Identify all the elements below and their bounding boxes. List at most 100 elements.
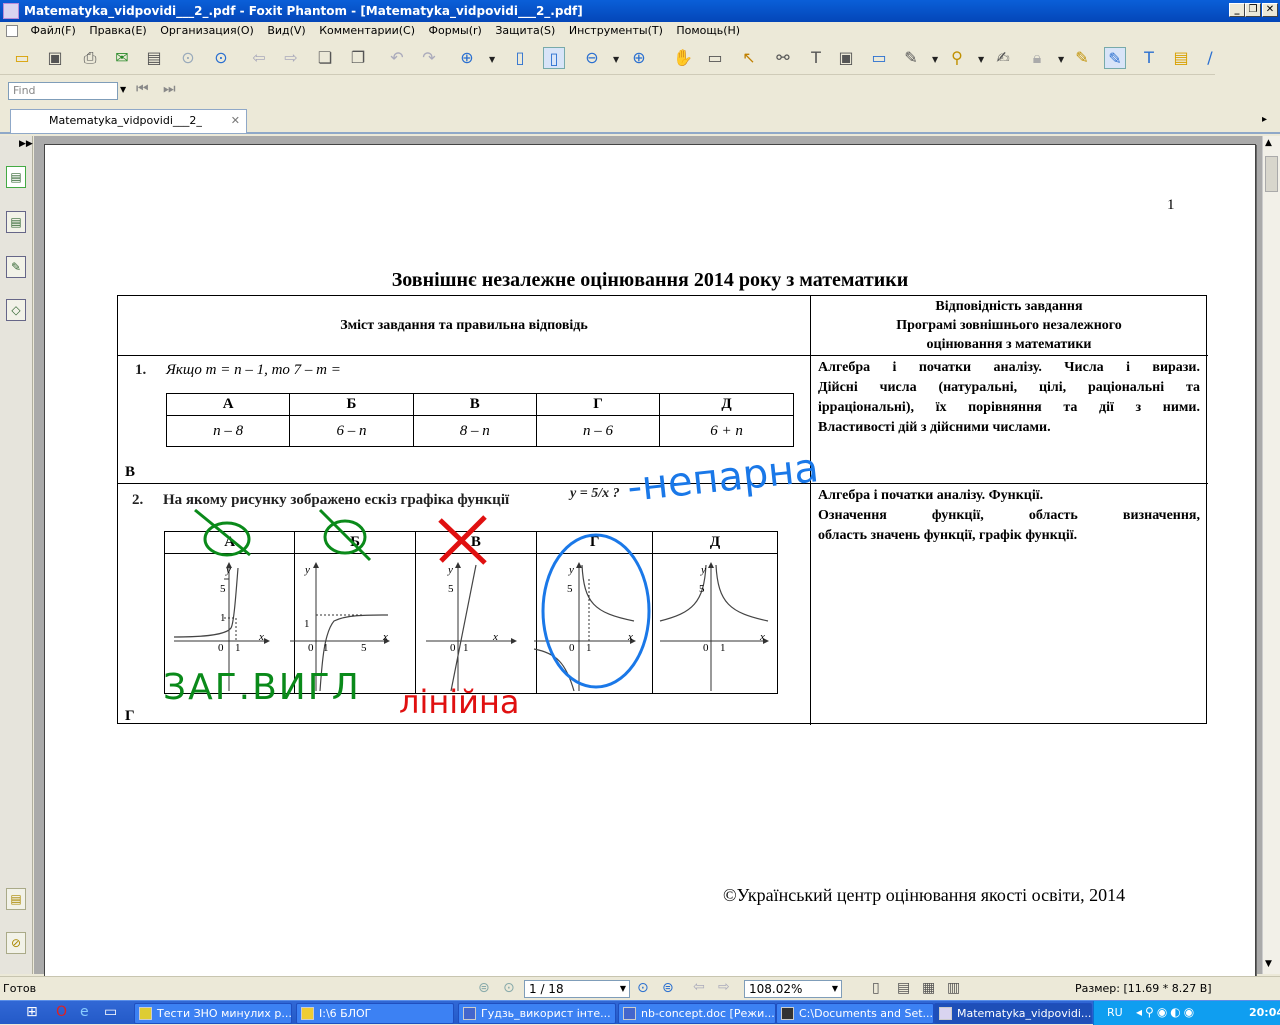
continuous-icon[interactable]: ▤ bbox=[897, 980, 910, 996]
first-page-icon[interactable]: ⊜ bbox=[478, 980, 490, 996]
menu-protect[interactable]: Защита(S) bbox=[490, 22, 560, 40]
prev-page-icon[interactable]: ⊙ bbox=[503, 980, 515, 996]
menu-organize[interactable]: Организация(O) bbox=[155, 22, 259, 40]
form-icon[interactable]: ✎ bbox=[900, 47, 922, 69]
task-folder[interactable]: I:\6 БЛОГ bbox=[296, 1003, 454, 1024]
find-prev-icon[interactable]: ⏮ bbox=[136, 81, 149, 97]
scroll-up-icon[interactable]: ▲ bbox=[1265, 138, 1272, 148]
email-icon[interactable]: ✉ bbox=[111, 47, 133, 69]
single-page-icon[interactable]: ▯ bbox=[872, 980, 880, 996]
opera-icon[interactable]: O bbox=[56, 1004, 67, 1020]
find-next-icon[interactable]: ⏭ bbox=[163, 81, 176, 97]
menu-forms[interactable]: Формы(r) bbox=[424, 22, 487, 40]
undo-icon[interactable]: ↶ bbox=[386, 47, 408, 69]
language-indicator[interactable]: RU bbox=[1107, 1006, 1123, 1019]
layers-panel-icon[interactable]: ◇ bbox=[6, 299, 26, 321]
back-view-icon[interactable]: ⇦ bbox=[693, 979, 705, 995]
note-icon[interactable]: ▤ bbox=[1170, 47, 1192, 69]
line-icon[interactable]: / bbox=[1199, 47, 1221, 69]
menu-file[interactable]: Файл(F) bbox=[26, 22, 81, 40]
page-number-field[interactable]: 1 / 18 ▼ bbox=[524, 980, 630, 998]
task-7zip[interactable]: C:\Documents and Set... bbox=[776, 1003, 934, 1024]
text-select-icon[interactable]: T bbox=[805, 47, 827, 69]
close-button[interactable]: ✕ bbox=[1262, 3, 1278, 17]
tray-icons[interactable]: ◂⚲◉◐◉ bbox=[1136, 1005, 1197, 1019]
zoom-level-dropdown-icon[interactable]: ▼ bbox=[613, 55, 619, 64]
task-word-2[interactable]: nb-concept.doc [Режи... bbox=[618, 1003, 776, 1024]
typewriter-icon[interactable]: T bbox=[1138, 47, 1160, 69]
zoom-icon[interactable]: ⊕ bbox=[456, 47, 478, 69]
scrollbar-thumb[interactable] bbox=[1265, 156, 1278, 192]
pages-panel-icon[interactable]: ▤ bbox=[6, 166, 26, 188]
desktop-icon[interactable]: ▭ bbox=[104, 1004, 117, 1020]
select-arrow-icon[interactable]: ↖ bbox=[738, 47, 760, 69]
forward-view-icon[interactable]: ⇨ bbox=[718, 979, 730, 995]
annotations-panel-icon[interactable]: ✎ bbox=[6, 256, 26, 278]
menu-tools[interactable]: Инструменты(T) bbox=[564, 22, 668, 40]
highlight-icon[interactable]: ✎ bbox=[1071, 47, 1093, 69]
cover-icon[interactable]: ▥ bbox=[947, 980, 960, 996]
pencil-icon[interactable]: ✎ bbox=[1104, 47, 1126, 69]
menu-view[interactable]: Вид(V) bbox=[262, 22, 310, 40]
lock-dropdown-icon[interactable]: ▼ bbox=[1058, 55, 1064, 64]
stamp-icon[interactable]: ⚲ bbox=[946, 47, 968, 69]
stamp-dropdown-icon[interactable]: ▼ bbox=[978, 55, 984, 64]
comments-panel-icon[interactable]: ▤ bbox=[6, 888, 26, 910]
copy-pages-icon[interactable]: ❏ bbox=[314, 47, 336, 69]
expand-panel-icon[interactable]: ▶▶ bbox=[19, 139, 33, 149]
minimize-button[interactable]: _ bbox=[1229, 3, 1245, 17]
bookmarks-panel-icon[interactable]: ▤ bbox=[6, 211, 26, 233]
down-arrow-icon[interactable]: ⊙ bbox=[210, 47, 232, 69]
scanner-icon[interactable]: ▤ bbox=[143, 47, 165, 69]
menu-help[interactable]: Помощь(H) bbox=[671, 22, 745, 40]
menu-edit[interactable]: Правка(E) bbox=[84, 22, 151, 40]
tab-strip: Matematyka_vidpovidi___2_ ✕ ▸ bbox=[0, 106, 1280, 134]
scroll-down-icon[interactable]: ▼ bbox=[1265, 959, 1272, 969]
page-size: Размер: [11.69 * 8.27 В] bbox=[1075, 982, 1212, 995]
reading-icon[interactable]: ▭ bbox=[704, 47, 726, 69]
save-icon[interactable]: ▣ bbox=[44, 47, 66, 69]
task-word-1[interactable]: Гудзь_використ інте... bbox=[458, 1003, 616, 1024]
hand-tool-icon[interactable]: ✋ bbox=[672, 47, 694, 69]
binoculars-icon[interactable]: ⚯ bbox=[772, 47, 794, 69]
next-page-icon[interactable]: ⊙ bbox=[637, 980, 649, 996]
window-icon[interactable]: ▭ bbox=[868, 47, 890, 69]
document-icon bbox=[6, 25, 18, 37]
find-dropdown-icon[interactable]: ▼ bbox=[120, 85, 126, 94]
open-folder-icon[interactable]: ▭ bbox=[11, 47, 33, 69]
redo-icon[interactable]: ↷ bbox=[418, 47, 440, 69]
sign-icon[interactable]: ✍ bbox=[992, 47, 1014, 69]
back-icon[interactable]: ⇦ bbox=[248, 47, 270, 69]
menu-comments[interactable]: Комментарии(C) bbox=[314, 22, 420, 40]
print-icon[interactable]: ⎙ bbox=[79, 47, 101, 69]
tab-list-arrow-icon[interactable]: ▸ bbox=[1262, 114, 1267, 125]
close-tab-icon[interactable]: ✕ bbox=[231, 110, 240, 132]
zoom-field[interactable]: 108.02% ▼ bbox=[744, 980, 842, 998]
lock-icon[interactable]: 🔒︎ bbox=[1026, 47, 1048, 69]
zoom-in-icon[interactable]: ⊕ bbox=[628, 47, 650, 69]
document-viewport[interactable]: 1 Зовнішнє незалежне оцінювання 2014 рок… bbox=[34, 136, 1262, 984]
facing-icon[interactable]: ▦ bbox=[922, 980, 935, 996]
last-page-icon[interactable]: ⊜ bbox=[662, 980, 674, 996]
find-input[interactable]: Find bbox=[8, 82, 118, 100]
taskbar: ⊞ O e ▭ Тести ЗНО минулих р... I:\6 БЛОГ… bbox=[0, 1000, 1280, 1025]
forward-icon[interactable]: ⇨ bbox=[280, 47, 302, 69]
fit-width-icon[interactable]: ▯ bbox=[543, 47, 565, 69]
form-dropdown-icon[interactable]: ▼ bbox=[932, 55, 938, 64]
extract-icon[interactable]: ❐ bbox=[347, 47, 369, 69]
up-arrow-icon[interactable]: ⊙ bbox=[177, 47, 199, 69]
snapshot-icon[interactable]: ▣ bbox=[835, 47, 857, 69]
fit-page-icon[interactable]: ▯ bbox=[509, 47, 531, 69]
task-foxit[interactable]: Matematyka_vidpovidi... bbox=[934, 1003, 1092, 1024]
vertical-scrollbar[interactable]: ▲ ▼ bbox=[1262, 136, 1280, 974]
restore-button[interactable]: ❐ bbox=[1245, 3, 1261, 17]
zoom-out-icon[interactable]: ⊖ bbox=[581, 47, 603, 69]
start-windows-icon[interactable]: ⊞ bbox=[26, 1004, 38, 1020]
attachments-panel-icon[interactable]: ⊘ bbox=[6, 932, 26, 954]
task-browser[interactable]: Тести ЗНО минулих р... bbox=[134, 1003, 292, 1024]
zoom-dropdown-icon[interactable]: ▼ bbox=[489, 55, 495, 64]
ie-icon[interactable]: e bbox=[80, 1004, 89, 1020]
page-dropdown-icon[interactable]: ▼ bbox=[620, 981, 626, 997]
tab-document[interactable]: Matematyka_vidpovidi___2_ ✕ bbox=[10, 109, 247, 133]
zoom-dropdown-icon[interactable]: ▼ bbox=[832, 981, 838, 997]
